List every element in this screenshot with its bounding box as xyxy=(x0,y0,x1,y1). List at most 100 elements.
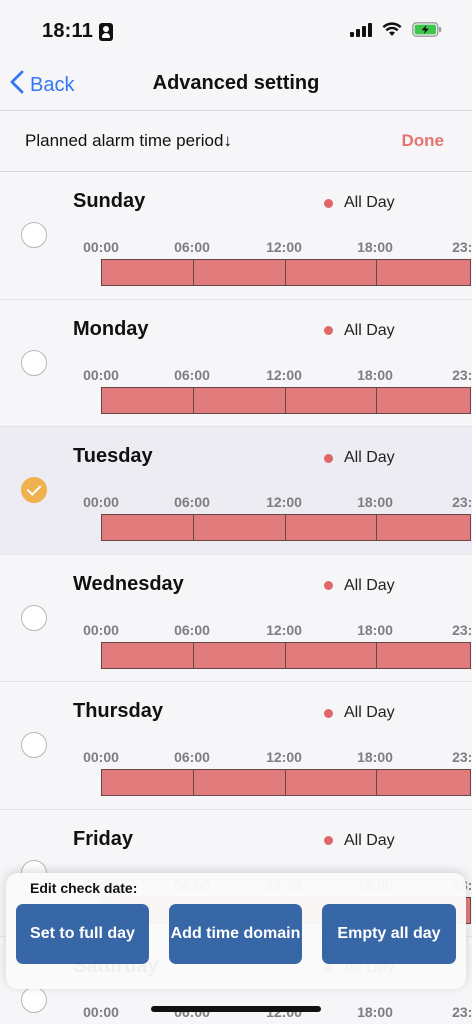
legend-dot-icon xyxy=(324,581,333,590)
legend-dot-icon xyxy=(324,198,333,208)
all-day-legend: All Day xyxy=(324,577,395,595)
all-day-legend: All Day xyxy=(324,832,395,850)
timeline-ticks: 00:00 06:00 12:00 18:00 23:59 xyxy=(0,367,472,383)
timeline-tick-label: 00:00 xyxy=(83,366,119,383)
timeline-tick-label: 12:00 xyxy=(266,621,302,638)
timeline-tick-label: 12:00 xyxy=(266,494,302,510)
day-row[interactable]: Tuesday All Day 00:00 06:00 12:00 18:00 23:59 xyxy=(0,427,472,555)
timeline-tick-label: 12:00 xyxy=(266,366,302,383)
timeline-tick-label: 18:00 xyxy=(357,1004,393,1020)
timeline-separator xyxy=(193,260,194,285)
timeline-separator xyxy=(376,387,377,413)
day-name: Thursday xyxy=(73,700,164,722)
timeline-tick-label: 06:00 xyxy=(174,749,210,765)
timeline-tick-label: 00:00 xyxy=(83,749,119,765)
day-name: Monday xyxy=(73,317,149,340)
edit-check-date-panel: Edit check date: Set to full day Add tim… xyxy=(6,873,466,989)
timeline-tick-label: 18:00 xyxy=(357,366,393,383)
timeline-separator xyxy=(285,387,286,413)
day-row[interactable]: Monday All Day 00:00 06:00 12:00 18:00 23:59 xyxy=(0,299,472,427)
timeline-separator xyxy=(285,260,286,285)
timeline-separator xyxy=(193,770,194,795)
timeline-tick-label: 06:00 xyxy=(174,366,210,383)
legend-label: All Day xyxy=(344,194,395,211)
cellular-signal-icon xyxy=(350,22,372,37)
timeline-ticks: 00:00 06:00 12:00 18:00 23:59 xyxy=(0,239,472,255)
all-day-legend: All Day xyxy=(324,322,395,340)
timeline-tick-label: 00:00 xyxy=(83,621,119,638)
timeline-bar[interactable] xyxy=(101,386,471,414)
day-name: Tuesday xyxy=(73,445,153,467)
set-full-day-button[interactable]: Set to full day xyxy=(16,904,149,964)
timeline-tick-label: 18:00 xyxy=(357,749,393,765)
status-time-text: 18:11 xyxy=(42,20,94,42)
timeline-separator xyxy=(285,642,286,668)
timeline-tick-label: 18:00 xyxy=(357,239,393,255)
timeline-separator xyxy=(193,515,194,540)
day-name: Friday xyxy=(73,827,134,850)
contact-card-icon xyxy=(99,22,114,41)
timeline-ticks: 00:00 06:00 12:00 18:00 23:59 xyxy=(0,749,472,765)
page-title: Advanced setting xyxy=(152,72,320,94)
legend-dot-icon xyxy=(324,836,333,845)
timeline-tick-label: 18:00 xyxy=(357,494,393,510)
timeline-tick-label: 23:59 xyxy=(452,494,472,510)
day-name: Wednesday xyxy=(73,572,184,595)
legend-label: All Day xyxy=(344,449,395,466)
day-row[interactable]: Wednesday All Day 00:00 06:00 12:00 18:00 23:5… xyxy=(0,554,472,682)
timeline-separator xyxy=(285,770,286,795)
all-day-legend: All Day xyxy=(324,449,395,467)
timeline-separator xyxy=(193,387,194,413)
all-day-legend: All Day xyxy=(324,194,395,212)
timeline-separator xyxy=(376,770,377,795)
timeline-tick-label: 23:59 xyxy=(452,366,472,383)
timeline-tick-label: 12:00 xyxy=(266,749,302,765)
timeline-tick-label: 23:59 xyxy=(452,621,472,638)
timeline-tick-label: 12:00 xyxy=(266,239,302,255)
timeline-separator xyxy=(193,642,194,668)
timeline-tick-label: 06:00 xyxy=(174,494,210,510)
legend-label: All Day xyxy=(344,321,395,339)
status-indicators xyxy=(350,22,442,37)
timeline-tick-label: 00:00 xyxy=(83,494,119,510)
status-time: 18:11 xyxy=(42,20,114,43)
navigation-bar: Back Advanced setting xyxy=(0,60,472,110)
legend-label: All Day xyxy=(344,576,395,594)
all-day-legend: All Day xyxy=(324,704,395,722)
timeline-separator xyxy=(285,515,286,540)
timeline-tick-label: 23:59 xyxy=(452,239,472,255)
timeline-bar[interactable] xyxy=(101,769,471,796)
timeline-separator xyxy=(376,515,377,540)
legend-dot-icon xyxy=(324,708,333,718)
planned-period-title: Planned alarm time period↓ xyxy=(25,131,232,150)
home-indicator xyxy=(151,1006,321,1012)
empty-all-day-button[interactable]: Empty all day xyxy=(322,904,456,964)
legend-dot-icon xyxy=(324,326,333,335)
wifi-icon xyxy=(382,22,402,37)
timeline-ticks: 00:00 06:00 12:00 18:00 23:59 xyxy=(0,494,472,510)
legend-label: All Day xyxy=(344,704,395,721)
timeline-tick-label: 00:00 xyxy=(83,239,119,255)
legend-label: All Day xyxy=(344,831,395,849)
timeline-tick-label: 23:59 xyxy=(452,1004,472,1020)
status-bar: 18:11 xyxy=(0,0,472,60)
add-time-domain-button[interactable]: Add time domain xyxy=(169,904,302,964)
timeline-bar[interactable] xyxy=(101,259,471,286)
timeline-tick-label: 18:00 xyxy=(357,621,393,638)
edit-check-date-label: Edit check date: xyxy=(30,880,138,896)
done-button[interactable]: Done xyxy=(402,131,445,151)
timeline-bar[interactable] xyxy=(101,514,471,541)
battery-charging-icon xyxy=(412,22,442,37)
timeline-separator xyxy=(376,260,377,285)
timeline-tick-label: 00:00 xyxy=(83,1004,119,1020)
day-row[interactable]: Sunday All Day 00:00 06:00 12:00 18:00 23:59 xyxy=(0,172,472,300)
legend-dot-icon xyxy=(324,453,333,463)
section-header: Planned alarm time period↓ Done xyxy=(0,111,472,171)
timeline-tick-label: 23:59 xyxy=(452,749,472,765)
timeline-separator xyxy=(376,642,377,668)
day-name: Sunday xyxy=(73,190,146,212)
timeline-tick-label: 06:00 xyxy=(174,239,210,255)
day-row[interactable]: Thursday All Day 00:00 06:00 12:00 18:00 23:59 xyxy=(0,682,472,810)
timeline-bar[interactable] xyxy=(101,641,471,669)
timeline-tick-label: 06:00 xyxy=(174,621,210,638)
